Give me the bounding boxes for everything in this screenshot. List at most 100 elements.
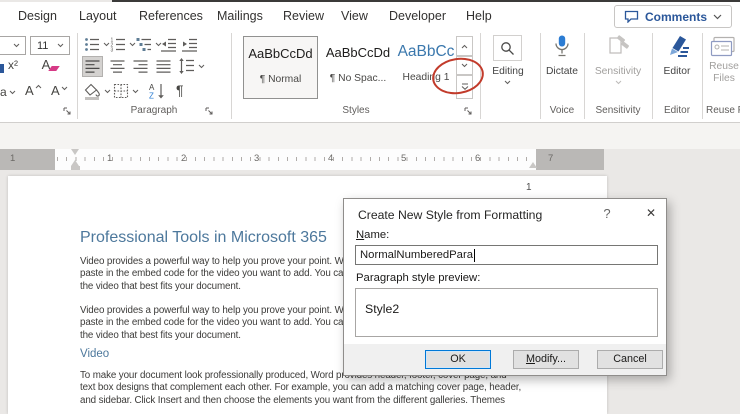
ruler-left-margin xyxy=(0,149,55,170)
change-case-button[interactable]: a xyxy=(0,85,16,99)
tab-layout[interactable]: Layout xyxy=(79,9,117,23)
style-preview-text: AaBbCc xyxy=(395,43,457,61)
text-cursor xyxy=(474,249,475,262)
editing-button[interactable] xyxy=(493,35,522,61)
group-separator xyxy=(584,33,585,119)
grow-font-button[interactable]: A xyxy=(25,83,42,98)
bullets-button[interactable] xyxy=(84,37,110,52)
comments-label: Comments xyxy=(645,10,707,24)
ruler-number: 1 xyxy=(10,153,15,164)
editor-label: Editor xyxy=(654,66,700,77)
group-separator xyxy=(652,33,653,119)
search-icon xyxy=(500,41,515,56)
dialog-help-button[interactable]: ? xyxy=(600,206,614,221)
style-name-input[interactable]: NormalNumberedPara xyxy=(355,245,658,265)
superscript-icon: x² xyxy=(8,58,18,72)
ribbon: 11 x² A a A A 123 xyxy=(0,30,740,123)
right-indent-marker[interactable] xyxy=(529,162,537,168)
first-line-indent-marker[interactable] xyxy=(71,149,79,155)
sensitivity-group-label: Sensitivity xyxy=(586,105,650,116)
tab-design[interactable]: Design xyxy=(18,9,57,23)
show-formatting-button[interactable]: ¶ xyxy=(176,82,184,98)
shrink-font-button[interactable]: A xyxy=(51,83,68,98)
styles-scroll-up-button[interactable] xyxy=(456,36,473,56)
superscript-button[interactable]: x² xyxy=(8,58,18,72)
svg-text:Z: Z xyxy=(149,92,154,100)
tab-review[interactable]: Review xyxy=(283,9,324,23)
align-right-button[interactable] xyxy=(130,56,151,77)
decrease-indent-button[interactable] xyxy=(160,37,177,52)
dictate-button[interactable] xyxy=(552,34,572,60)
preview-style-text: Style2 xyxy=(365,302,399,316)
multilevel-list-button[interactable] xyxy=(136,37,162,52)
document-heading: Professional Tools in Microsoft 365 xyxy=(80,229,327,247)
comments-button[interactable]: Comments xyxy=(614,5,732,28)
font-size-value: 11 xyxy=(37,40,48,52)
chevron-down-icon xyxy=(13,43,20,48)
ruler-number: 1 xyxy=(107,153,112,164)
shading-button[interactable] xyxy=(84,83,111,100)
borders-button[interactable] xyxy=(113,83,139,99)
style-card-normal[interactable]: AaBbCcDd ¶ Normal xyxy=(243,36,318,99)
dialog-close-button[interactable]: ✕ xyxy=(641,204,661,222)
style-card-no-spacing[interactable]: AaBbCcDd ¶ No Spac... xyxy=(323,36,393,99)
pilcrow-icon: ¶ xyxy=(176,82,184,98)
font-size-combo[interactable]: 11 xyxy=(30,36,70,55)
styles-dialog-launcher[interactable] xyxy=(463,106,473,116)
line-spacing-button[interactable] xyxy=(178,58,205,74)
dialog-title: Create New Style from Formatting xyxy=(358,208,542,222)
grow-font-icon: A xyxy=(25,83,34,98)
editor-button[interactable] xyxy=(664,34,690,60)
tab-developer[interactable]: Developer xyxy=(389,9,446,23)
chevron-down-icon xyxy=(504,80,511,85)
create-style-dialog: Create New Style from Formatting ? ✕ Nam… xyxy=(343,198,667,376)
font-name-combo[interactable] xyxy=(0,36,26,55)
group-separator xyxy=(702,33,703,119)
dictate-label: Dictate xyxy=(538,66,586,77)
font-dialog-launcher[interactable] xyxy=(62,106,72,116)
justify-button[interactable] xyxy=(153,56,174,77)
svg-text:3: 3 xyxy=(111,48,114,52)
eraser-icon xyxy=(48,66,60,71)
left-indent-marker[interactable] xyxy=(71,166,80,170)
paragraph-style-preview-box: Style2 xyxy=(355,288,658,337)
paragraph-dialog-launcher[interactable] xyxy=(204,106,214,116)
style-preview-text: AaBbCcDd xyxy=(244,46,317,61)
page-number: 1 xyxy=(526,182,532,193)
styles-more-button[interactable] xyxy=(456,75,473,99)
styles-scroll-down-button[interactable] xyxy=(456,56,473,75)
style-name-value: NormalNumberedPara xyxy=(360,249,473,261)
reuse-files-label-line2: Files xyxy=(704,73,740,84)
reuse-files-button[interactable] xyxy=(710,36,736,58)
ruler-number: 4 xyxy=(328,153,333,164)
tab-mailings[interactable]: Mailings xyxy=(217,9,263,23)
cancel-button[interactable]: Cancel xyxy=(597,350,663,369)
align-left-button[interactable] xyxy=(82,56,103,77)
sort-button[interactable]: AZ xyxy=(148,82,166,99)
horizontal-ruler: 1 1 2 3 4 5 6 7 xyxy=(0,149,604,170)
ruler-number: 2 xyxy=(181,153,186,164)
microphone-icon xyxy=(552,34,572,60)
tab-help[interactable]: Help xyxy=(466,9,492,23)
sensitivity-button[interactable] xyxy=(606,35,630,59)
style-name: ¶ Normal xyxy=(244,74,317,85)
ruler-ticks xyxy=(57,157,535,161)
numbering-button[interactable]: 123 xyxy=(110,37,136,52)
document-subheading: Video xyxy=(80,348,109,360)
clear-formatting-button[interactable]: A xyxy=(37,56,55,72)
sensitivity-label: Sensitivity xyxy=(586,66,650,77)
chevron-down-icon xyxy=(713,14,722,20)
ruler-number: 7 xyxy=(548,153,553,164)
tab-references[interactable]: References xyxy=(139,9,203,23)
modify-button[interactable]: Modify... xyxy=(513,350,579,369)
clipped-icon xyxy=(0,64,4,73)
style-card-heading1[interactable]: AaBbCc Heading 1 xyxy=(395,36,457,99)
increase-indent-button[interactable] xyxy=(181,37,198,52)
ok-button[interactable]: OK xyxy=(425,350,491,369)
reuse-group-label: Reuse Fi xyxy=(706,105,740,116)
ruler-number: 5 xyxy=(401,153,406,164)
name-field-label: Name: xyxy=(356,229,389,241)
tab-view[interactable]: View xyxy=(341,9,368,23)
align-center-button[interactable] xyxy=(107,56,128,77)
editing-label: Editing xyxy=(483,66,533,77)
